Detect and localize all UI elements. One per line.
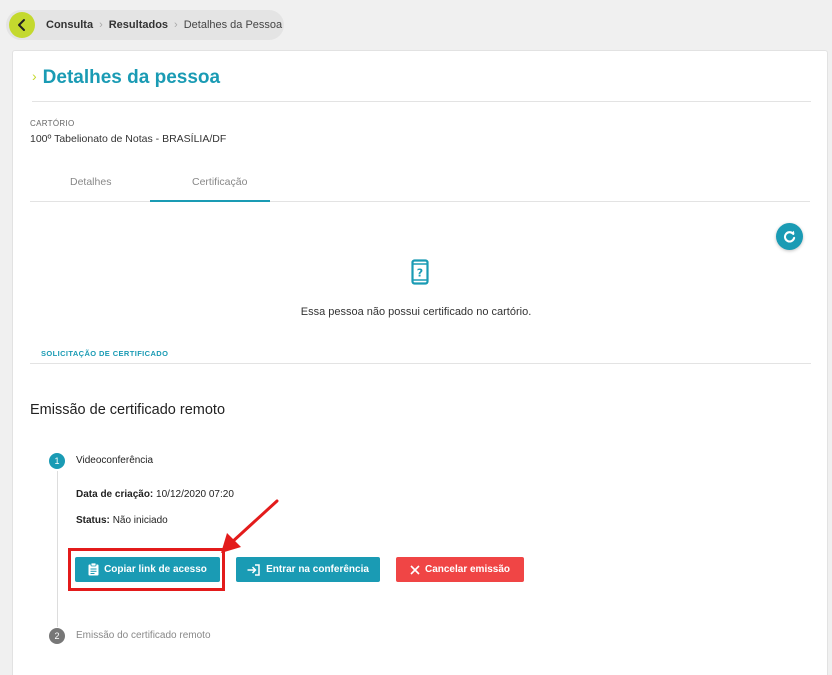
status: Status: Não iniciado — [76, 515, 168, 526]
close-icon — [410, 564, 420, 575]
refresh-icon — [784, 230, 796, 243]
title-chevron-icon: › — [32, 68, 37, 84]
status-value: Não iniciado — [112, 515, 168, 526]
tab-bar: Detalhes Certificação — [30, 168, 810, 202]
divider — [30, 363, 811, 364]
data-criacao: Data de criação: 10/12/2020 07:20 — [76, 489, 234, 500]
breadcrumb-separator: › — [99, 19, 103, 31]
enter-conference-label: Entrar na conferência — [266, 564, 369, 575]
step-2-badge: 2 — [49, 628, 65, 644]
emissao-title: Emissão de certificado remoto — [30, 402, 226, 418]
tab-certificacao[interactable]: Certificação — [192, 176, 247, 188]
cancel-emission-button[interactable]: Cancelar emissão — [396, 557, 524, 582]
sign-in-icon — [247, 563, 260, 576]
no-certificate-message: Essa pessoa não possui certificado no ca… — [300, 306, 532, 318]
cancel-emission-label: Cancelar emissão — [424, 564, 511, 575]
phone-question-icon: ? — [411, 259, 429, 285]
refresh-button[interactable] — [776, 223, 803, 250]
page-title: › Detalhes da pessoa — [32, 67, 220, 89]
breadcrumb-consulta[interactable]: Consulta — [46, 19, 93, 31]
active-tab-indicator — [150, 200, 270, 202]
status-label: Status: — [76, 515, 110, 526]
page-title-text: Detalhes da pessoa — [42, 67, 221, 88]
chevron-left-icon — [18, 19, 25, 31]
divider — [32, 101, 811, 102]
annotation-highlight-box — [68, 548, 225, 591]
breadcrumb: Consulta › Resultados › Detalhes da Pess… — [6, 10, 284, 40]
breadcrumb-separator: › — [174, 19, 178, 31]
svg-text:?: ? — [417, 267, 423, 280]
cartorio-value: 100º Tabelionato de Notas - BRASÍLIA/DF — [30, 133, 227, 145]
step-2-label: Emissão do certificado remoto — [76, 630, 211, 641]
back-button[interactable] — [9, 12, 35, 38]
data-criacao-label: Data de criação: — [76, 489, 154, 500]
step-1-badge: 1 — [49, 453, 65, 469]
stepper-line — [57, 471, 58, 627]
section-label-solicitacao: SOLICITAÇÃO DE CERTIFICADO — [41, 349, 169, 358]
cartorio-label: CARTÓRIO — [30, 119, 75, 128]
breadcrumb-resultados[interactable]: Resultados — [109, 19, 168, 31]
step-1-label: Videoconferência — [76, 455, 154, 466]
person-details-card: › Detalhes da pessoa CARTÓRIO 100º Tabeli… — [12, 50, 828, 675]
annotation-arrow-icon — [221, 499, 279, 553]
breadcrumb-current: Detalhes da Pessoa — [183, 19, 283, 31]
tab-detalhes[interactable]: Detalhes — [70, 176, 111, 188]
